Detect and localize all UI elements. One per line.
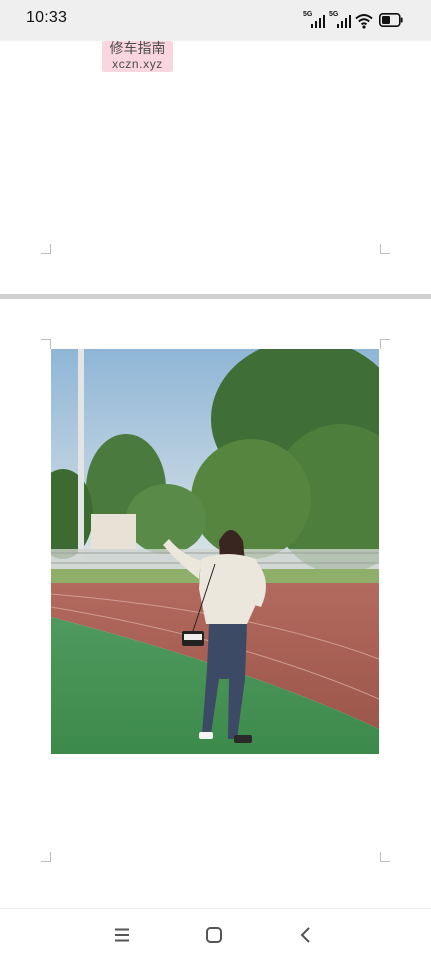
status-icons: 5G 5G [303,9,403,29]
document-page-2 [0,299,431,908]
home-icon[interactable] [202,923,226,947]
status-bar: 10:33 5G 5G [0,0,431,41]
watermark-chinese-text: 修车指南 [109,41,166,57]
menu-icon[interactable] [110,923,134,947]
crop-mark [41,339,51,349]
crop-mark [380,244,390,254]
wifi-icon [355,14,373,29]
crop-mark [41,244,51,254]
signal-icon: 5G [329,11,351,29]
navigation-bar [0,908,431,960]
crop-mark [380,852,390,862]
watermark-url-text: xczn.xyz [112,57,163,71]
document-photo [51,349,379,754]
screen: 10:33 5G 5G 修车指南 xczn.xyz [0,0,431,960]
battery-icon [379,13,403,27]
crop-mark [380,339,390,349]
watermark: 修车指南 xczn.xyz [102,41,173,72]
back-icon[interactable] [294,923,318,947]
status-time: 10:33 [26,9,68,26]
crop-mark [41,852,51,862]
document-page-1: 修车指南 xczn.xyz [0,41,431,294]
signal-icon: 5G [303,11,325,29]
